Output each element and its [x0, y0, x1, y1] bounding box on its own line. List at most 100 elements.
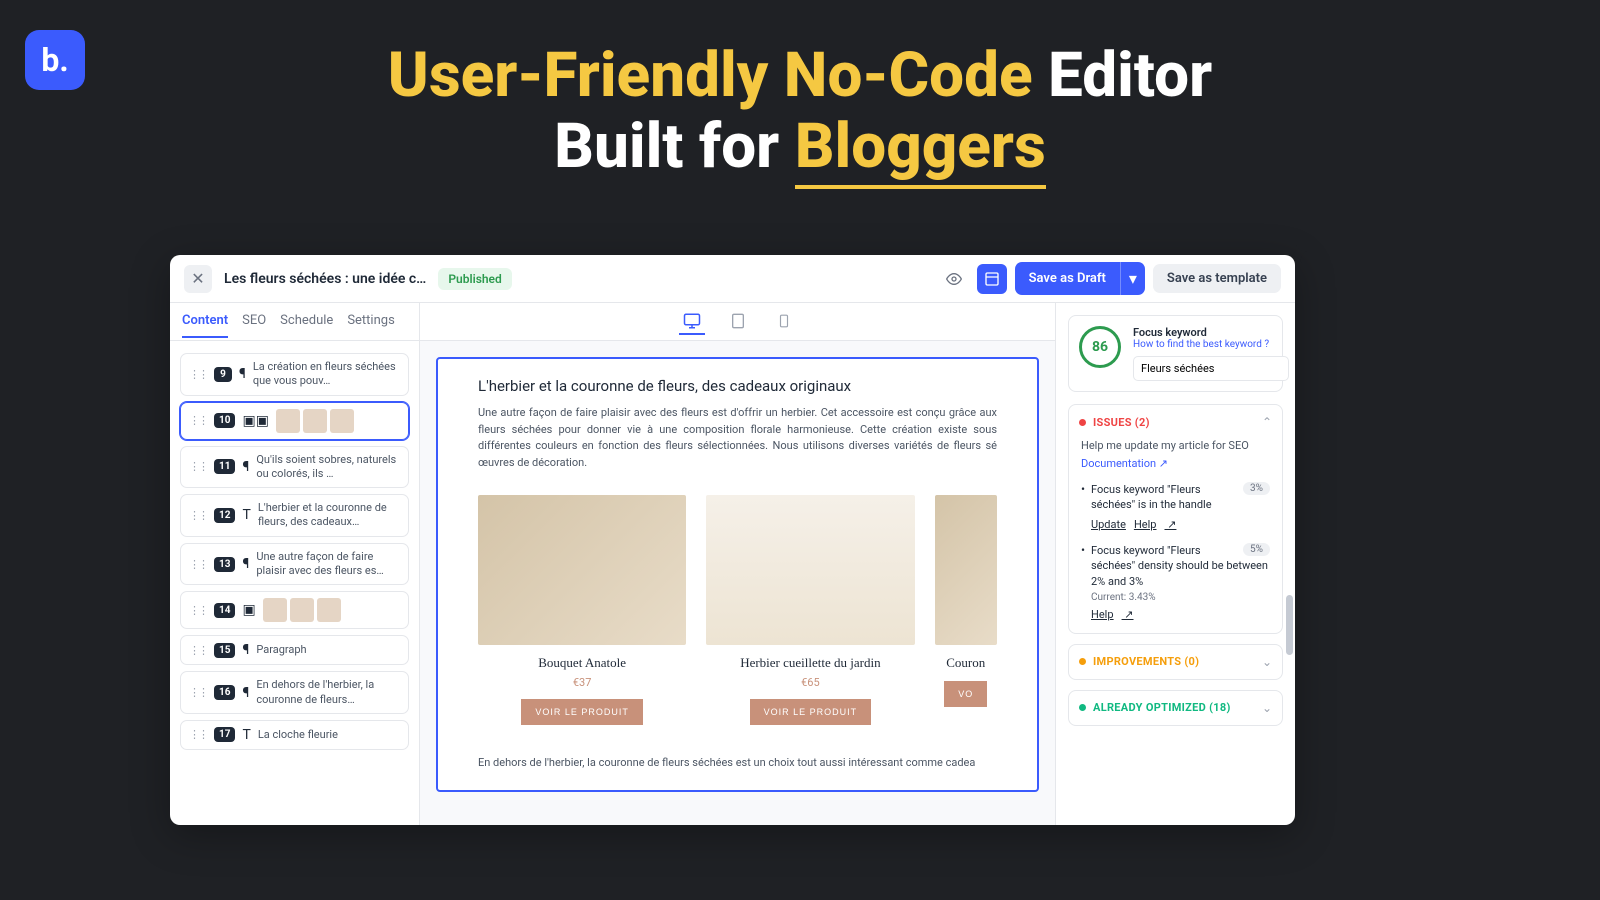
device-mobile-icon[interactable] [771, 309, 797, 335]
block-type-icon: ¶ [242, 556, 249, 572]
block-text: Qu'ils soient sobres, naturels ou coloré… [256, 453, 400, 482]
tab-schedule[interactable]: Schedule [280, 305, 333, 338]
issue-meta: Current: 3.43% [1091, 592, 1270, 603]
product-image [478, 495, 686, 645]
improvements-accordion: IMPROVEMENTS (0) ⌄ [1068, 644, 1283, 680]
focus-keyword-label: Focus keyword [1133, 326, 1295, 339]
drag-icon[interactable]: ⋮⋮ [189, 604, 207, 617]
page-preview[interactable]: L'herbier et la couronne de fleurs, des … [436, 357, 1039, 792]
product-button[interactable]: VOIR LE PRODUIT [750, 699, 872, 725]
product-image [935, 495, 997, 645]
product-row: Bouquet Anatole €37 VOIR LE PRODUIT Herb… [478, 495, 997, 725]
sidebar: Content SEO Schedule Settings ⋮⋮ 9 ¶ La cré… [170, 303, 420, 825]
block-item[interactable]: ⋮⋮17TLa cloche fleurie [180, 720, 409, 750]
block-type-icon: T [242, 507, 250, 523]
save-draft-split: Save as Draft ▾ [1015, 262, 1145, 295]
preview-icon[interactable] [939, 264, 969, 294]
block-item[interactable]: ⋮⋮14▣ [180, 591, 409, 629]
block-text: La cloche fleurie [258, 728, 400, 742]
hero-gold-1: User-Friendly No-Code [388, 39, 1033, 112]
issue-pct: 5% [1243, 543, 1270, 556]
save-template-button[interactable]: Save as template [1153, 264, 1281, 293]
status-badge: Published [438, 268, 511, 290]
block-text: La création en fleurs séchées que vous p… [253, 360, 400, 389]
block-list[interactable]: ⋮⋮ 9 ¶ La création en fleurs séchées que vo… [170, 341, 419, 825]
issues-help-text: Help me update my article for SEO [1081, 439, 1270, 452]
drag-icon[interactable]: ⋮⋮ [189, 509, 207, 522]
block-item[interactable]: ⋮⋮ 13 ¶ Une autre façon de faire plaisir av… [180, 543, 409, 586]
drag-icon[interactable]: ⋮⋮ [189, 368, 207, 381]
issues-header[interactable]: ISSUES (2) ⌃ [1069, 405, 1282, 439]
drag-icon[interactable]: ⋮⋮ [189, 728, 207, 741]
block-num: 10 [214, 413, 235, 428]
block-num: 15 [214, 643, 235, 658]
block-item[interactable]: ⋮⋮ 11 ¶ Qu'ils soient sobres, naturels ou c… [180, 446, 409, 489]
close-button[interactable]: ✕ [184, 265, 212, 293]
documentation-link[interactable]: Documentation ↗ [1081, 457, 1168, 470]
issues-body: Help me update my article for SEO Docume… [1069, 439, 1282, 633]
drag-icon[interactable]: ⋮⋮ [189, 460, 207, 473]
save-draft-caret[interactable]: ▾ [1120, 262, 1145, 295]
block-item[interactable]: ⋮⋮15¶Paragraph [180, 635, 409, 665]
page-heading: L'herbier et la couronne de fleurs, des … [478, 377, 997, 395]
block-type-icon: ¶ [242, 459, 249, 475]
product-button[interactable]: VOIR LE PRODUIT [521, 699, 643, 725]
drag-icon[interactable]: ⋮⋮ [189, 558, 207, 571]
page-footer-text: En dehors de l'herbier, la couronne de f… [478, 755, 997, 772]
image-icon: ▣ [242, 602, 255, 618]
block-num: 9 [214, 367, 232, 382]
page-paragraph: Une autre façon de faire plaisir avec de… [478, 405, 997, 471]
chevron-down-icon: ⌄ [1262, 701, 1272, 715]
drag-icon[interactable]: ⋮⋮ [189, 644, 207, 657]
block-item[interactable]: ⋮⋮12TL'herbier et la couronne de fleurs,… [180, 494, 409, 537]
topbar: ✕ Les fleurs séchées : une idée c… Publi… [170, 255, 1295, 303]
block-item[interactable]: ⋮⋮16¶En dehors de l'herbier, la couronne… [180, 671, 409, 714]
product-card[interactable]: Bouquet Anatole €37 VOIR LE PRODUIT [478, 495, 686, 725]
device-tablet-icon[interactable] [725, 309, 751, 335]
dot-icon [1079, 704, 1086, 711]
scrollbar[interactable] [1286, 595, 1293, 655]
tab-settings[interactable]: Settings [347, 305, 394, 338]
optimized-title: ALREADY OPTIMIZED (18) [1093, 701, 1255, 714]
improvements-header[interactable]: IMPROVEMENTS (0) ⌄ [1069, 645, 1282, 679]
block-num: 11 [214, 459, 235, 474]
drag-icon[interactable]: ⋮⋮ [189, 414, 207, 427]
help-link[interactable]: Help ↗ [1091, 608, 1134, 621]
product-image [706, 495, 914, 645]
product-button[interactable]: VO [944, 681, 987, 707]
product-name: Bouquet Anatole [478, 655, 686, 671]
block-text: L'herbier et la couronne de fleurs, des … [258, 501, 400, 530]
keyword-input[interactable] [1133, 356, 1289, 381]
block-type-icon: ¶ [242, 685, 249, 701]
seo-score: 86 [1079, 326, 1121, 368]
hero-white-1: Editor [1033, 39, 1213, 112]
block-item[interactable]: ⋮⋮9¶La création en fleurs séchées que vo… [180, 353, 409, 396]
save-draft-button[interactable]: Save as Draft [1015, 262, 1120, 295]
drag-icon[interactable]: ⋮⋮ [189, 686, 207, 699]
block-item[interactable]: ⋮⋮ 10 ▣▣ [180, 402, 409, 440]
tab-content[interactable]: Content [182, 305, 228, 338]
dot-icon [1079, 419, 1086, 426]
keyword-help-link[interactable]: How to find the best keyword ? [1133, 339, 1295, 350]
device-bar [420, 303, 1055, 341]
seo-score-card: 86 Focus keyword How to find the best ke… [1068, 315, 1283, 392]
help-link[interactable]: Help ↗ [1134, 518, 1177, 531]
optimized-accordion: ALREADY OPTIMIZED (18) ⌄ [1068, 690, 1283, 726]
update-link[interactable]: Update [1091, 518, 1126, 531]
hero-heading: User-Friendly No-Code Editor Built for B… [0, 40, 1600, 189]
product-card[interactable]: Herbier cueillette du jardin €65 VOIR LE… [706, 495, 914, 725]
seo-panel: 86 Focus keyword How to find the best ke… [1055, 303, 1295, 825]
layout-icon[interactable] [977, 264, 1007, 294]
optimized-header[interactable]: ALREADY OPTIMIZED (18) ⌄ [1069, 691, 1282, 725]
product-card[interactable]: Couron VO [935, 495, 997, 725]
image-icon: ▣▣ [242, 413, 268, 429]
canvas[interactable]: L'herbier et la couronne de fleurs, des … [420, 341, 1055, 825]
block-text: En dehors de l'herbier, la couronne de f… [256, 678, 400, 707]
block-text: Paragraph [256, 643, 400, 657]
device-desktop-icon[interactable] [679, 309, 705, 335]
chevron-up-icon: ⌃ [1262, 415, 1272, 429]
tab-seo[interactable]: SEO [242, 305, 266, 338]
block-num: 13 [214, 557, 235, 572]
block-text: Une autre façon de faire plaisir avec de… [256, 550, 400, 579]
chevron-down-icon: ⌄ [1262, 655, 1272, 669]
